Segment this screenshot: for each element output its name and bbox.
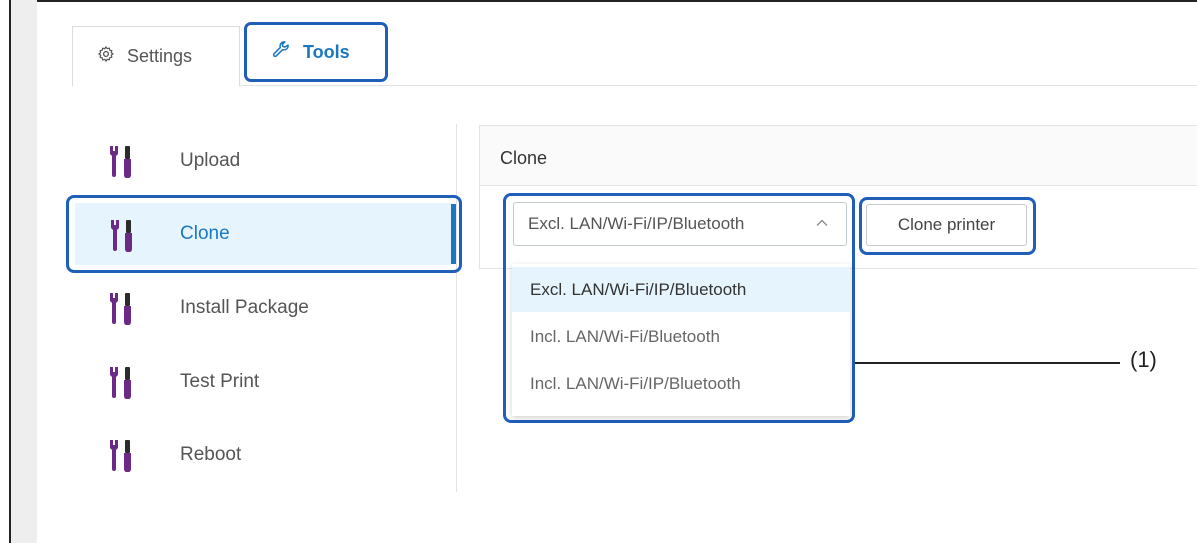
tab-settings-label: Settings	[127, 46, 193, 66]
callout-label: (1)	[1130, 347, 1157, 372]
panel-title: Clone	[500, 148, 548, 168]
select-dropdown: Excl. LAN/Wi-Fi/IP/Bluetooth Incl. LAN/W…	[512, 264, 850, 416]
sidebar-item-reboot[interactable]: Reboot	[70, 420, 456, 490]
sidebar-item-label: Test Print	[180, 371, 260, 392]
callout-line	[855, 362, 1120, 364]
dropdown-option[interactable]: Excl. LAN/Wi-Fi/IP/Bluetooth	[512, 267, 850, 312]
sidebar-item-label: Install Package	[180, 297, 309, 318]
tools-icon	[110, 293, 131, 325]
frame-top-border	[9, 0, 1197, 2]
tab-tools-label: Tools	[303, 41, 350, 62]
chevron-up-icon	[816, 219, 828, 226]
frame-left-border	[0, 0, 11, 543]
sidebar-item-label: Upload	[180, 150, 241, 171]
sidebar-item-clone[interactable]: Clone	[66, 195, 462, 273]
tab-tools[interactable]: Tools	[244, 22, 388, 82]
tools-icon	[110, 146, 131, 178]
sidebar-item-test-print[interactable]: Test Print	[70, 347, 456, 417]
wrench-icon	[271, 40, 291, 65]
sidebar-item-label: Reboot	[180, 444, 242, 465]
tab-bar-divider	[240, 85, 1197, 86]
select-value: Excl. LAN/Wi-Fi/IP/Bluetooth	[528, 214, 745, 233]
left-gutter	[11, 0, 37, 543]
clone-scope-select[interactable]: Excl. LAN/Wi-Fi/IP/Bluetooth	[513, 202, 847, 246]
dropdown-option[interactable]: Incl. LAN/Wi-Fi/Bluetooth	[512, 314, 850, 359]
clone-printer-button[interactable]: Clone printer	[866, 204, 1027, 246]
panel-header: Clone	[480, 126, 1197, 186]
tools-icon	[111, 220, 132, 252]
tools-icon	[110, 440, 131, 472]
active-indicator	[451, 204, 456, 264]
gear-icon	[97, 45, 115, 68]
sidebar-item-install-package[interactable]: Install Package	[70, 273, 456, 343]
sidebar-item-upload[interactable]: Upload	[70, 126, 456, 196]
dropdown-option[interactable]: Incl. LAN/Wi-Fi/IP/Bluetooth	[512, 361, 850, 406]
tools-icon	[110, 367, 131, 399]
sidebar-item-label: Clone	[180, 223, 230, 244]
sidebar-divider	[456, 124, 457, 492]
tab-settings[interactable]: Settings	[72, 26, 240, 86]
